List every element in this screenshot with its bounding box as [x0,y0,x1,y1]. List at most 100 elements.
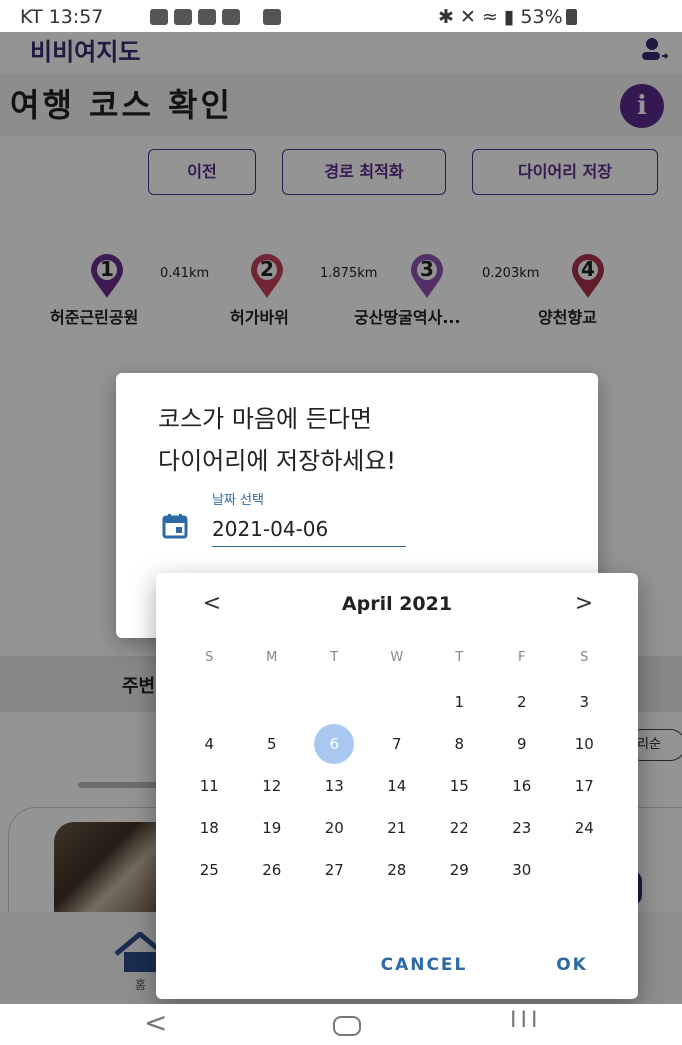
date-picker: < April 2021 > S M T W T F S 1 2 3 4 5 6 7 8 9 10… [156,573,638,999]
day-number: 17 [574,777,594,795]
day-number: 1 [454,693,465,711]
empty-day-cell [178,681,241,723]
date-field-label: 날짜 선택 [212,493,264,508]
day-number: 13 [324,777,344,795]
day-cell[interactable]: 30 [491,849,554,891]
image-notification-icon [222,9,240,25]
day-cell[interactable]: 26 [241,849,304,891]
day-number: 15 [449,777,469,795]
day-number: 14 [387,777,407,795]
date-input[interactable] [212,511,406,547]
day-cell[interactable]: 11 [178,765,241,807]
day-cell[interactable]: 9 [491,723,554,765]
wifi-icon: ≈ [481,6,498,28]
day-number: 30 [512,861,532,879]
empty-day-cell [241,681,304,723]
day-cell[interactable]: 17 [553,765,616,807]
day-number: 16 [512,777,532,795]
day-number: 24 [574,819,594,837]
day-number: 18 [199,819,219,837]
signal-icon: ▮ [503,6,515,28]
weekday-label: T [330,650,339,665]
dialog-message-line2: 다이어리에 저장하세요! [158,447,397,475]
weekday-label: M [266,650,278,665]
day-cell[interactable]: 25 [178,849,241,891]
day-number: 19 [262,819,282,837]
talk-notification-icon [150,9,168,25]
battery-icon [565,9,577,25]
back-icon[interactable]: < [144,1006,167,1039]
bluetooth-icon: ✱ [438,6,454,28]
day-cell[interactable]: 27 [303,849,366,891]
weekday-header: S M T W T F S [178,650,616,665]
day-cell[interactable]: 14 [366,765,429,807]
day-cell[interactable]: 24 [553,807,616,849]
day-cell[interactable]: 7 [366,723,429,765]
home-nav-icon[interactable] [333,1016,361,1036]
day-cell[interactable]: 12 [241,765,304,807]
day-cell[interactable]: 16 [491,765,554,807]
weekday-label: F [518,650,526,665]
system-status-icons [263,9,281,25]
alarm-icon [263,9,281,25]
weekday-label: W [390,650,404,665]
day-number: 27 [324,861,344,879]
day-number: 7 [391,735,402,753]
day-number: 28 [387,861,407,879]
day-number: 2 [516,693,527,711]
month-year-title: April 2021 [341,593,453,615]
day-number: 21 [387,819,407,837]
day-cell[interactable]: 22 [428,807,491,849]
day-cell[interactable]: 15 [428,765,491,807]
day-cell[interactable]: 8 [428,723,491,765]
weekday-label: S [205,650,214,665]
day-number: 26 [262,861,282,879]
day-number: 9 [516,735,527,753]
day-number: 10 [574,735,594,753]
day-cell[interactable]: 10 [553,723,616,765]
dialog-message-line1: 코스가 마음에 든다면 [158,405,372,433]
day-number: 22 [449,819,469,837]
day-cell[interactable]: 5 [241,723,304,765]
system-navigation-bar: < III [0,1004,682,1045]
selected-day-cell[interactable]: 6 [303,723,366,765]
weather-notification-icon [174,9,192,25]
day-cell[interactable]: 13 [303,765,366,807]
day-number: 25 [199,861,219,879]
ok-button[interactable]: OK [542,947,602,983]
day-cell[interactable]: 28 [366,849,429,891]
status-carrier-time: KT 13:57 [20,6,104,28]
weekday-label: T [455,650,464,665]
day-number: 20 [324,819,344,837]
day-cell[interactable]: 21 [366,807,429,849]
day-number: 3 [579,693,590,711]
recent-apps-icon[interactable]: III [510,1008,541,1033]
battery-percent: 53% [520,6,563,28]
empty-day-cell [303,681,366,723]
day-cell[interactable]: 4 [178,723,241,765]
weekday-label: S [580,650,589,665]
day-cell[interactable]: 1 [428,681,491,723]
day-cell[interactable]: 3 [553,681,616,723]
day-cell[interactable]: 18 [178,807,241,849]
day-number: 8 [454,735,465,753]
day-number: 4 [204,735,215,753]
day-number: 6 [314,724,355,764]
voicemail-notification-icon [198,9,216,25]
day-cell[interactable]: 20 [303,807,366,849]
day-cell[interactable]: 29 [428,849,491,891]
status-bar: KT 13:57 ✱ ✕ ≈ ▮ 53% [0,0,682,32]
day-grid: 1 2 3 4 5 6 7 8 9 10 11 12 13 14 15 16 17 18 19 20 21 22 23 24 2… [178,681,616,891]
day-number: 11 [199,777,219,795]
next-month-button[interactable]: > [572,591,596,616]
day-number: 12 [262,777,282,795]
empty-day-cell [366,681,429,723]
day-cell[interactable]: 2 [491,681,554,723]
day-number: 5 [266,735,277,753]
cancel-button[interactable]: CANCEL [368,947,480,983]
calendar-icon[interactable] [162,513,188,539]
day-cell[interactable]: 23 [491,807,554,849]
day-number: 29 [449,861,469,879]
notification-icons [150,9,240,25]
day-cell[interactable]: 19 [241,807,304,849]
